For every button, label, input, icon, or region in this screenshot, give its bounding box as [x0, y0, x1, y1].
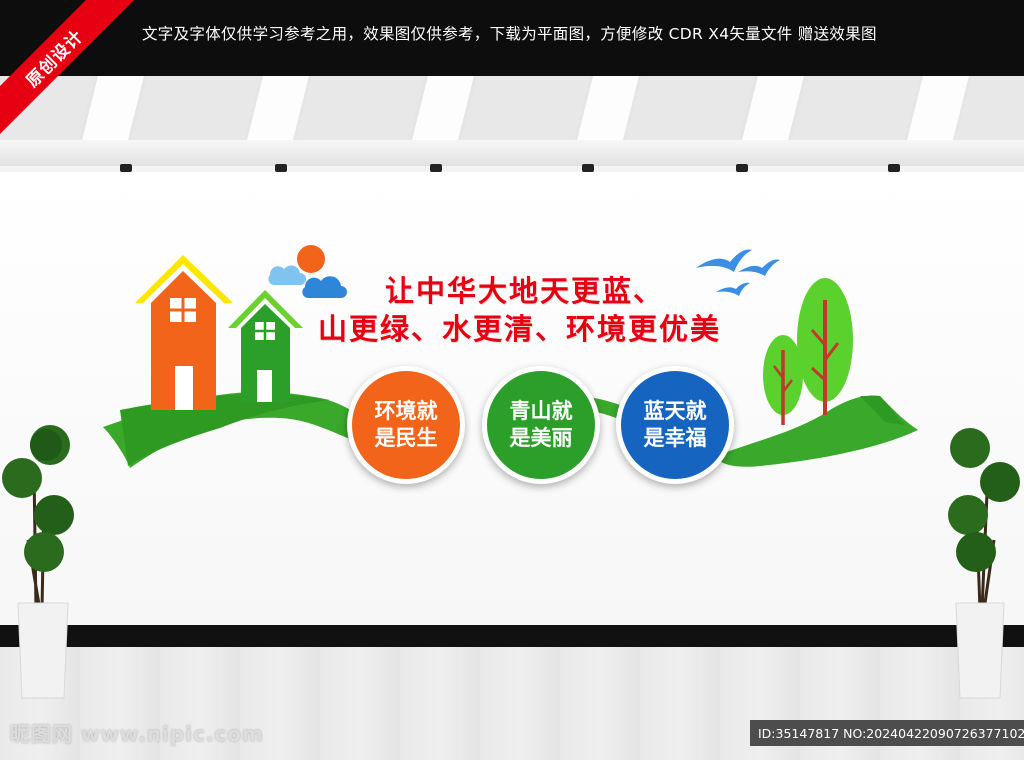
corner-badge: 原创设计: [0, 0, 140, 140]
tall-tree-icon: [797, 278, 853, 415]
green-house-icon: [228, 290, 303, 402]
slogan-line-2: 山更绿、水更清、环境更优美: [318, 312, 722, 346]
circle-sky: 蓝天就 是幸福: [616, 366, 734, 484]
circle-text: 青山就: [509, 399, 573, 423]
slogan-line-1: 让中华大地天更蓝、: [385, 274, 665, 308]
circle-text: 是幸福: [643, 426, 707, 450]
potted-plant-left: [2, 425, 74, 699]
orange-house-icon: [135, 255, 233, 410]
circle-text: 是美丽: [509, 426, 573, 450]
circle-environment: 环境就 是民生: [347, 366, 465, 484]
small-tree-icon: [763, 335, 803, 425]
bird-icon: [716, 282, 750, 296]
potted-plant-right: [948, 428, 1020, 699]
site-watermark: 昵图网 www.nipic.com: [10, 722, 264, 746]
cloud-icon: [268, 265, 306, 285]
bird-icon: [738, 259, 780, 276]
sun-icon: [297, 245, 325, 273]
circle-mountains: 青山就 是美丽: [482, 366, 600, 484]
badge-label: 原创设计: [0, 0, 140, 140]
circle-text: 是民生: [374, 426, 438, 450]
bird-icon: [696, 249, 752, 272]
circle-text: 蓝天就: [643, 399, 707, 423]
image-id-bar: ID:35147817 NO:20240422090726377102: [750, 720, 1024, 746]
circle-text: 环境就: [374, 399, 438, 423]
cloud-icon: [302, 276, 347, 298]
